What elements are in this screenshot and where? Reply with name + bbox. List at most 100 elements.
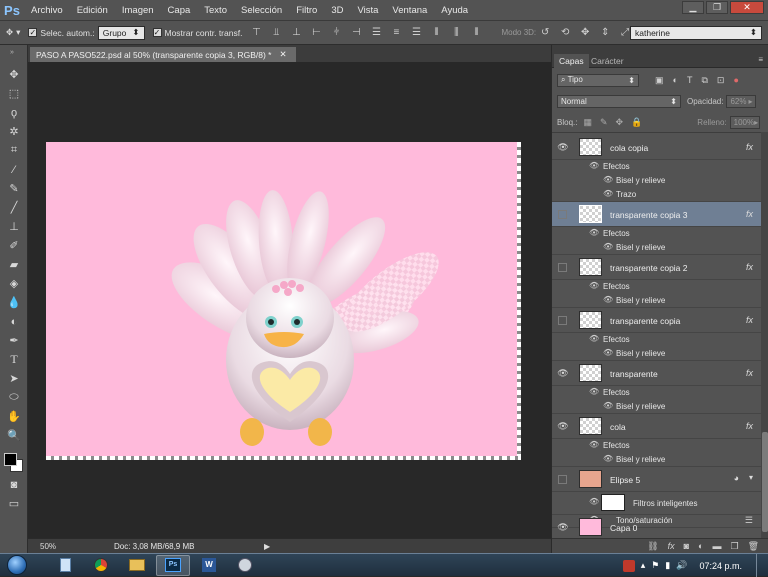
- visibility-toggle-off[interactable]: [558, 263, 567, 272]
- slide-3d-icon[interactable]: ⇕: [599, 27, 611, 39]
- eye-icon[interactable]: 👁: [589, 281, 599, 290]
- document-tab[interactable]: PASO A PASO522.psd al 50% (transparente …: [30, 47, 296, 62]
- layer-row[interactable]: 👁 Capa 0: [552, 514, 761, 538]
- eraser-tool-icon[interactable]: ▰: [0, 255, 28, 274]
- filter-pixel-icon[interactable]: ▣: [655, 75, 664, 86]
- effect-row[interactable]: 👁 Bisel y relieve: [552, 400, 761, 414]
- effect-row[interactable]: 👁 Trazo: [552, 188, 761, 202]
- blend-mode-dropdown[interactable]: Normal ⬍: [557, 94, 681, 108]
- tab-caracter[interactable]: Carácter: [586, 54, 629, 68]
- show-desktop-button[interactable]: [756, 554, 764, 577]
- fx-icon[interactable]: fx: [746, 368, 753, 378]
- eye-icon[interactable]: 👁: [603, 242, 613, 251]
- crop-tool-icon[interactable]: ⌗: [0, 141, 28, 160]
- align-hcenter-icon[interactable]: ⫩: [330, 27, 342, 39]
- collapse-arrows-icon[interactable]: »: [0, 45, 27, 65]
- distribute-bottom-icon[interactable]: ☰: [410, 27, 422, 39]
- status-arrow-icon[interactable]: ▶: [264, 542, 270, 551]
- layer-row[interactable]: 👁 cola fx: [552, 414, 761, 439]
- effect-row[interactable]: 👁 Bisel y relieve: [552, 347, 761, 361]
- distribute-top-icon[interactable]: ☰: [370, 27, 382, 39]
- layers-scrollbar[interactable]: [761, 132, 768, 538]
- drag-3d-icon[interactable]: ✥: [579, 27, 591, 39]
- lock-transparency-icon[interactable]: ▦: [583, 117, 592, 128]
- smart-filters-row[interactable]: 👁 Filtros inteligentes: [552, 492, 761, 514]
- eye-icon[interactable]: 👁: [589, 497, 599, 506]
- smart-filter-icon[interactable]: ◕: [734, 473, 739, 483]
- distribute-vcenter-icon[interactable]: ≡: [390, 27, 402, 39]
- eye-icon[interactable]: 👁: [603, 348, 613, 357]
- menu-filtro[interactable]: Filtro: [289, 5, 324, 16]
- brush-tool-icon[interactable]: ╱: [0, 198, 28, 217]
- effect-row[interactable]: 👁 Bisel y relieve: [552, 294, 761, 308]
- ellipse-tool-icon[interactable]: ⬭: [0, 388, 28, 407]
- filter-toggle-icon[interactable]: ●: [733, 75, 738, 86]
- opacity-input[interactable]: 62% ▸: [726, 94, 757, 108]
- move-tool-preset[interactable]: ✥ ▾: [6, 27, 20, 38]
- tab-capas[interactable]: Capas: [554, 54, 589, 68]
- taskbar-app-notepad[interactable]: [48, 555, 82, 576]
- start-button[interactable]: [0, 554, 34, 577]
- dodge-tool-icon[interactable]: ◐: [0, 312, 28, 331]
- effects-row[interactable]: 👁 Efectos: [552, 386, 761, 400]
- lock-move-icon[interactable]: ✥: [616, 117, 624, 128]
- effect-row[interactable]: 👁 Bisel y relieve: [552, 241, 761, 255]
- eye-icon[interactable]: 👁: [556, 366, 570, 380]
- auto-select-option[interactable]: ✓ Selec. autom.: Grupo ⬍: [28, 25, 145, 40]
- healing-brush-tool-icon[interactable]: ✎: [0, 179, 28, 198]
- eye-icon[interactable]: 👁: [589, 334, 599, 343]
- clone-stamp-tool-icon[interactable]: ⊥: [0, 217, 28, 236]
- path-selection-tool-icon[interactable]: ➤: [0, 369, 28, 388]
- distribute-right-icon[interactable]: ⫴: [470, 27, 482, 39]
- antivirus-icon[interactable]: [622, 559, 635, 572]
- distribute-left-icon[interactable]: ⫴: [430, 27, 442, 39]
- lock-all-icon[interactable]: 🔒: [631, 117, 642, 128]
- network-icon[interactable]: ▮: [665, 560, 670, 571]
- menu-edicion[interactable]: Edición: [70, 5, 115, 16]
- show-transform-checkbox[interactable]: ✓: [152, 28, 162, 37]
- eye-icon[interactable]: 👁: [556, 520, 570, 534]
- taskbar-app-chrome[interactable]: [84, 555, 118, 576]
- menu-seleccion[interactable]: Selección: [234, 5, 289, 16]
- menu-archivo[interactable]: Archivo: [24, 5, 70, 16]
- align-right-icon[interactable]: ⊣: [350, 27, 362, 39]
- filter-type-icon[interactable]: T: [687, 75, 693, 86]
- type-tool-icon[interactable]: T: [0, 350, 28, 369]
- expand-arrow-icon[interactable]: ▾: [749, 473, 753, 482]
- link-layers-icon[interactable]: ⛓: [647, 541, 658, 552]
- effects-row[interactable]: 👁 Efectos: [552, 439, 761, 453]
- visibility-toggle-off[interactable]: [558, 210, 567, 219]
- filter-smartobject-icon[interactable]: ⊡: [717, 75, 725, 86]
- eye-icon[interactable]: 👁: [589, 387, 599, 396]
- eye-icon[interactable]: 👁: [603, 295, 613, 304]
- rotate-3d-icon[interactable]: ↺: [539, 27, 551, 39]
- new-group-icon[interactable]: ▬: [712, 541, 721, 551]
- lasso-tool-icon[interactable]: ϙ: [0, 103, 28, 122]
- quick-mask-icon[interactable]: ◙: [0, 475, 28, 494]
- eye-icon[interactable]: 👁: [589, 440, 599, 449]
- effect-row[interactable]: 👁 Bisel y relieve: [552, 453, 761, 467]
- zoom-level[interactable]: 50%: [28, 542, 74, 551]
- eye-icon[interactable]: 👁: [603, 189, 613, 198]
- layer-row[interactable]: 👁 cola copia fx: [552, 135, 761, 160]
- restore-button[interactable]: ❐: [706, 1, 728, 14]
- fx-icon[interactable]: fx: [746, 421, 753, 431]
- effects-row[interactable]: 👁 Efectos: [552, 227, 761, 241]
- marquee-tool-icon[interactable]: ⬚: [0, 84, 28, 103]
- close-button[interactable]: ✕: [730, 1, 764, 14]
- eyedropper-tool-icon[interactable]: ⁄: [0, 160, 28, 179]
- eye-icon[interactable]: 👁: [556, 140, 570, 154]
- visibility-toggle-off[interactable]: [558, 475, 567, 484]
- distribute-hcenter-icon[interactable]: ⫼: [450, 27, 462, 39]
- screen-mode-icon[interactable]: ▭: [0, 494, 28, 513]
- blur-tool-icon[interactable]: 💧: [0, 293, 28, 312]
- lock-brush-icon[interactable]: ✎: [600, 117, 608, 128]
- effects-row[interactable]: 👁 Efectos: [552, 333, 761, 347]
- zoom-tool-icon[interactable]: 🔍: [0, 426, 28, 445]
- layer-row[interactable]: transparente copia 2 fx: [552, 255, 761, 280]
- add-mask-icon[interactable]: ◙: [684, 541, 689, 551]
- foreground-color-swatch[interactable]: [4, 453, 17, 466]
- filter-shape-icon[interactable]: ⧉: [701, 75, 707, 86]
- layer-row-selected[interactable]: transparente copia 3 fx: [552, 202, 761, 227]
- effects-row[interactable]: 👁 Efectos: [552, 160, 761, 174]
